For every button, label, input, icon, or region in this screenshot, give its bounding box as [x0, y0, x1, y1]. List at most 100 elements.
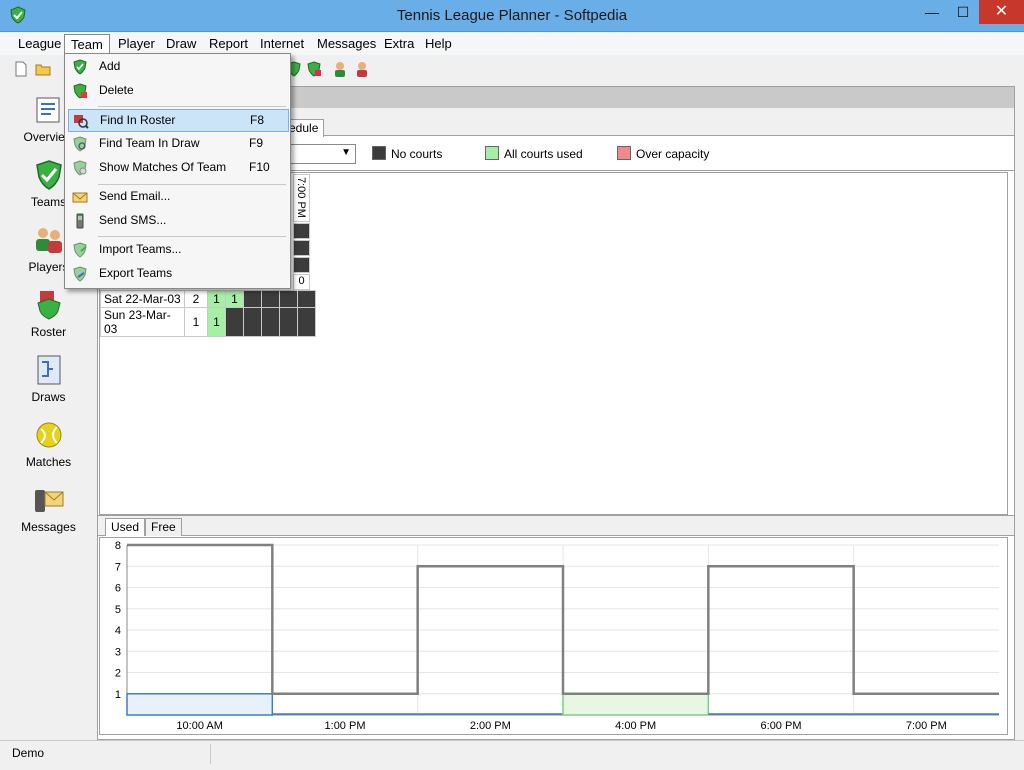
grid-cell — [293, 240, 310, 256]
menu-item-label: Send Email... — [99, 189, 171, 203]
menu-item-label: Delete — [99, 83, 134, 97]
menu-item-send-sms[interactable]: Send SMS... — [68, 210, 289, 233]
menu-item-label: Find In Roster — [100, 113, 176, 127]
chevron-down-icon: ▼ — [341, 147, 351, 158]
dark-cell — [297, 307, 316, 337]
menu-internet[interactable]: Internet — [254, 34, 310, 55]
nav-label: Matches — [25, 455, 72, 469]
legend-over-capacity-swatch — [617, 146, 631, 160]
new-file-icon[interactable] — [12, 60, 30, 78]
chart-tabs: Used Free — [98, 515, 1014, 536]
roster-icon — [37, 291, 61, 320]
y-tick-label: 4 — [115, 625, 121, 637]
date-cell: Sat 22-Mar-03 — [100, 290, 185, 308]
legend-no-courts-swatch — [372, 146, 386, 160]
find-roster-icon — [74, 115, 89, 129]
envelope-icon — [72, 192, 88, 203]
menu-item-send-email[interactable]: Send Email... — [68, 186, 289, 209]
green-cell: 1 — [207, 307, 226, 337]
player-red-icon[interactable] — [353, 60, 371, 78]
y-tick-label: 2 — [115, 668, 121, 680]
menu-item-import-teams[interactable]: Import Teams... — [68, 239, 289, 262]
open-folder-icon[interactable] — [34, 60, 52, 78]
menu-draw[interactable]: Draw — [160, 34, 202, 55]
dark-cell — [297, 290, 316, 308]
menu-item-delete[interactable]: Delete — [68, 80, 289, 103]
players-icon — [36, 228, 62, 253]
player-green-icon[interactable] — [331, 60, 349, 78]
matches-icon — [73, 160, 87, 176]
green-cell: 1 — [207, 290, 226, 308]
y-tick-label: 7 — [115, 561, 121, 573]
menu-messages[interactable]: Messages — [311, 34, 382, 55]
y-tick-label: 8 — [115, 540, 121, 552]
menu-player[interactable]: Player — [112, 34, 161, 55]
usage-chart: 1 2 3 4 5 6 7 8 10:00 AM 1:00 PM 2:00 PM 4:00 PM 6:0… — [115, 540, 999, 732]
table-row: Sun 23-Mar-03 1 1 — [100, 307, 316, 337]
dark-cell — [261, 290, 280, 308]
time-header-label: 7:00 PM — [295, 177, 307, 218]
phone-icon — [76, 213, 84, 229]
dark-cell — [279, 290, 298, 308]
menu-team[interactable]: Team — [64, 34, 110, 55]
grid-cell — [293, 223, 310, 239]
menu-item-export-teams[interactable]: Export Teams — [68, 263, 289, 286]
x-tick-label: 1:00 PM — [325, 720, 366, 732]
maximize-button[interactable]: ☐ — [949, 0, 977, 24]
shield-icon — [36, 160, 62, 190]
grid-cell: 0 — [293, 274, 310, 290]
table-row: Sat 22-Mar-03 2 1 1 — [100, 290, 316, 308]
status-text: Demo — [12, 746, 45, 760]
x-tick-label: 2:00 PM — [470, 720, 511, 732]
team-edit-icon[interactable] — [305, 60, 323, 78]
y-tick-label: 3 — [115, 646, 121, 658]
menu-bar: League Team Player Draw Report Internet … — [0, 33, 1024, 55]
x-tick-label: 6:00 PM — [761, 720, 802, 732]
shield-add-icon — [73, 59, 87, 75]
nav-draws[interactable]: Draws — [0, 346, 97, 411]
team-menu-dropdown: Add Delete Find In Roster F8 Find Team I… — [64, 53, 291, 289]
find-draw-icon — [73, 136, 87, 152]
dark-cell — [279, 307, 298, 337]
nav-messages[interactable]: Messages — [0, 476, 97, 541]
menu-extra[interactable]: Extra — [378, 34, 420, 55]
legend-all-used: All courts used — [504, 147, 583, 161]
nav-roster[interactable]: Roster — [0, 281, 97, 346]
series-line — [127, 543, 999, 695]
menu-item-label: Show Matches Of Team — [99, 160, 227, 174]
menu-item-shortcut: F10 — [249, 160, 270, 174]
date-dropdown[interactable]: ▼ — [288, 144, 356, 164]
menu-item-find-team-in-draw[interactable]: Find Team In Draw F9 — [68, 133, 289, 156]
usage-chart-box: 1 2 3 4 5 6 7 8 10:00 AM 1:00 PM 2:00 PM 4:00 PM 6:0… — [99, 537, 1008, 735]
count-cell: 2 — [184, 290, 208, 308]
shield-delete-icon — [73, 83, 87, 99]
minimize-button[interactable]: — — [918, 0, 946, 24]
tab-free[interactable]: Free — [145, 518, 182, 536]
dark-cell — [243, 307, 262, 337]
status-divider — [210, 744, 211, 764]
menu-item-add[interactable]: Add — [68, 56, 289, 79]
menu-help[interactable]: Help — [419, 34, 458, 55]
menu-item-shortcut: F9 — [249, 136, 264, 150]
nav-label: Draws — [31, 390, 66, 404]
x-tick-label: 7:00 PM — [906, 720, 947, 732]
green-cell: 1 — [225, 290, 244, 308]
nav-matches[interactable]: Matches — [0, 411, 97, 476]
legend-all-used-swatch — [485, 146, 499, 160]
nav-label: Roster — [30, 325, 67, 339]
y-tick-label: 1 — [115, 689, 121, 701]
window-title: Tennis League Planner - Softpedia — [396, 7, 628, 24]
menu-item-show-matches[interactable]: Show Matches Of Team F10 — [68, 157, 289, 180]
tab-used[interactable]: Used — [105, 518, 146, 536]
close-button[interactable]: ✕ — [979, 0, 1024, 24]
menu-league[interactable]: League — [12, 34, 67, 55]
menu-report[interactable]: Report — [203, 34, 254, 55]
legend-over-capacity: Over capacity — [636, 147, 710, 161]
messages-icon — [35, 490, 64, 512]
schedule-table: Sat 22-Mar-03 2 1 1 Sun 23-Mar-03 1 1 — [100, 290, 316, 337]
menu-item-label: Find Team In Draw — [99, 136, 200, 150]
overview-icon — [36, 97, 60, 123]
status-bar: Demo — [0, 740, 1024, 770]
y-tick-label: 5 — [115, 604, 121, 616]
menu-item-find-in-roster[interactable]: Find In Roster F8 — [68, 109, 289, 132]
